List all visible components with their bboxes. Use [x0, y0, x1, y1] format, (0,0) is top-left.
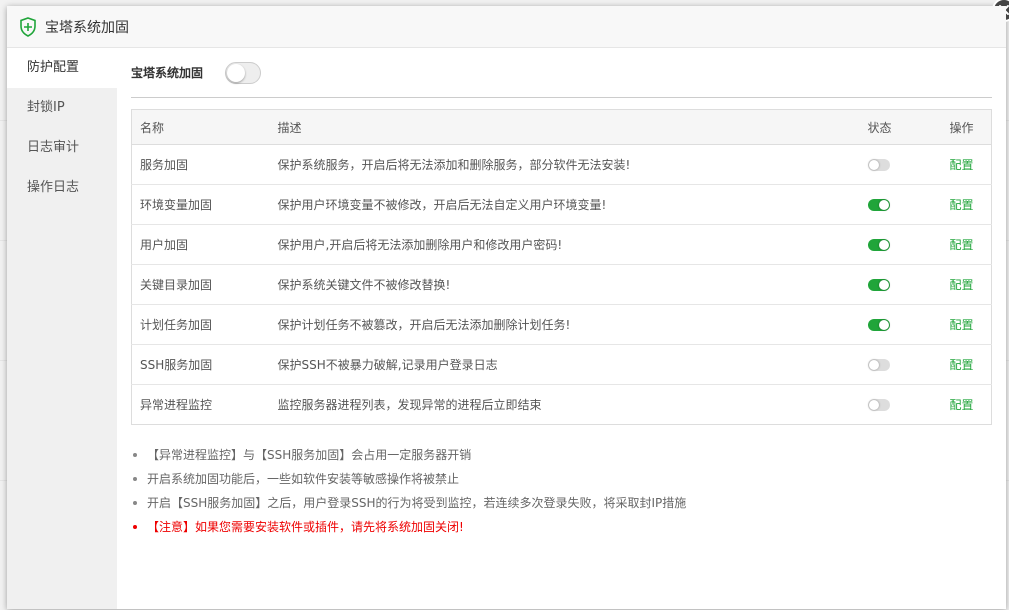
bullet-dot [133, 501, 137, 505]
note-item: 开启系统加固功能后，一些如软件安装等敏感操作将被禁止 [131, 467, 992, 491]
config-link[interactable]: 配置 [950, 238, 974, 252]
table-row: 用户加固 保护用户,开启后将无法添加删除用户和修改用户密码! 配置 [131, 224, 992, 265]
rule-desc: 保护系统服务，开启后将无法添加和删除服务，部分软件无法安装! [269, 144, 860, 185]
table-row: 异常进程监控 监控服务器进程列表，发现异常的进程后立即结束 配置 [132, 385, 992, 425]
note-text: 开启系统加固功能后，一些如软件安装等敏感操作将被禁止 [147, 472, 460, 486]
note-text: 【注意】如果您需要安装软件或插件，请先将系统加固关闭! [147, 520, 464, 534]
master-toggle-switch[interactable] [225, 61, 262, 84]
rule-action-cell: 配置 [941, 184, 992, 225]
sidebar-item-protection-config[interactable]: 防护配置 [7, 48, 117, 88]
rule-desc: 保护系统关键文件不被修改替换! [269, 264, 860, 305]
rule-action-cell: 配置 [941, 304, 992, 345]
master-toggle-row: 宝塔系统加固 [131, 48, 992, 98]
rule-status-cell [859, 144, 942, 185]
rule-name: 关键目录加固 [131, 264, 270, 305]
rule-name: 计划任务加固 [131, 304, 270, 345]
rule-status-cell [859, 224, 942, 265]
table-row: SSH服务加固 保护SSH不被暴力破解,记录用户登录日志 配置 [131, 344, 992, 385]
rule-name: 服务加固 [131, 144, 270, 185]
rule-name: 用户加固 [131, 224, 270, 265]
warning-note: 【注意】如果您需要安装软件或插件，请先将系统加固关闭! [131, 515, 992, 539]
shield-plus-icon [20, 16, 36, 37]
status-toggle[interactable] [867, 239, 890, 251]
sidebar-item-label: 操作日志 [27, 180, 80, 195]
bullet-dot [133, 453, 137, 457]
sidebar-item-label: 日志审计 [27, 140, 80, 155]
rule-action-cell: 配置 [941, 264, 992, 305]
sidebar-nav: 防护配置 封锁IP 日志审计 操作日志 [7, 48, 117, 609]
table-row: 服务加固 保护系统服务，开启后将无法添加和删除服务，部分软件无法安装! 配置 [131, 144, 992, 185]
dialog-titlebar: 宝塔系统加固 [7, 6, 1006, 48]
bullet-dot [133, 477, 137, 481]
switch-knob [878, 280, 889, 290]
note-item: 【异常进程监控】与【SSH服务加固】会占用一定服务器开销 [131, 443, 992, 467]
status-toggle[interactable] [867, 199, 890, 211]
sidebar-item-label: 封锁IP [27, 100, 65, 115]
config-link[interactable]: 配置 [950, 318, 974, 332]
note-item: 开启【SSH服务加固】之后，用户登录SSH的行为将受到监控，若连续多次登录失败，… [131, 491, 992, 515]
header-action: 操作 [941, 109, 992, 145]
main-content: 宝塔系统加固 名称 描述 状态 操作 服务加固 保护系统服务，开启后将无法添加和… [131, 48, 992, 609]
config-link[interactable]: 配置 [950, 398, 974, 412]
sidebar-item-label: 防护配置 [27, 60, 80, 75]
bullet-dot [133, 525, 137, 529]
rule-desc: 保护计划任务不被篡改，开启后无法添加删除计划任务! [269, 304, 860, 345]
header-status: 状态 [859, 109, 942, 145]
rule-action-cell: 配置 [942, 385, 992, 425]
switch-knob [878, 320, 889, 330]
rule-status-cell [859, 344, 942, 385]
status-toggle[interactable] [867, 359, 890, 371]
rule-status-cell [860, 385, 942, 425]
status-toggle[interactable] [867, 399, 890, 411]
config-link[interactable]: 配置 [950, 278, 974, 292]
header-desc: 描述 [269, 109, 860, 145]
rule-name: 环境变量加固 [131, 184, 270, 225]
rule-desc: 保护SSH不被暴力破解,记录用户登录日志 [269, 344, 860, 385]
hardening-dialog: 宝塔系统加固 防护配置 封锁IP 日志审计 操作日志 宝塔系统加固 名称 描述 … [7, 0, 1009, 609]
sidebar-item-operation-log[interactable]: 操作日志 [7, 168, 117, 208]
switch-knob [868, 400, 879, 410]
status-toggle[interactable] [867, 319, 890, 331]
rule-action-cell: 配置 [941, 144, 992, 185]
status-toggle[interactable] [867, 159, 890, 171]
table-header-row: 名称 描述 状态 操作 [131, 109, 992, 145]
rule-action-cell: 配置 [941, 344, 992, 385]
table-row: 环境变量加固 保护用户环境变量不被修改，开启后无法自定义用户环境变量! 配置 [131, 184, 992, 225]
sidebar-item-log-audit[interactable]: 日志审计 [7, 128, 117, 168]
rule-status-cell [859, 304, 942, 345]
switch-knob [878, 240, 889, 250]
status-toggle[interactable] [867, 279, 890, 291]
rule-name: 异常进程监控 [140, 398, 213, 412]
switch-knob [878, 200, 889, 210]
rule-status-cell [859, 184, 942, 225]
switch-knob [868, 160, 879, 170]
rule-action-cell: 配置 [941, 224, 992, 265]
config-link[interactable]: 配置 [950, 198, 974, 212]
rule-desc: 保护用户环境变量不被修改，开启后无法自定义用户环境变量! [269, 184, 860, 225]
config-link[interactable]: 配置 [950, 358, 974, 372]
table-row: 计划任务加固 保护计划任务不被篡改，开启后无法添加删除计划任务! 配置 [131, 304, 992, 345]
switch-knob [868, 360, 879, 370]
note-text: 开启【SSH服务加固】之后，用户登录SSH的行为将受到监控，若连续多次登录失败，… [147, 496, 687, 510]
header-name: 名称 [131, 109, 270, 145]
sidebar-item-blocked-ip[interactable]: 封锁IP [7, 88, 117, 128]
rule-name: SSH服务加固 [131, 344, 270, 385]
master-toggle-label: 宝塔系统加固 [131, 66, 204, 80]
switch-knob [227, 63, 246, 82]
table-row: 关键目录加固 保护系统关键文件不被修改替换! 配置 [131, 264, 992, 305]
rule-desc: 保护用户,开启后将无法添加删除用户和修改用户密码! [269, 224, 860, 265]
config-link[interactable]: 配置 [950, 158, 974, 172]
notes-list: 【异常进程监控】与【SSH服务加固】会占用一定服务器开销 开启系统加固功能后，一… [131, 443, 992, 539]
dialog-title: 宝塔系统加固 [45, 19, 129, 36]
rule-desc: 监控服务器进程列表，发现异常的进程后立即结束 [277, 398, 542, 412]
rules-table: 名称 描述 状态 操作 服务加固 保护系统服务，开启后将无法添加和删除服务，部分… [131, 109, 992, 425]
note-text: 【异常进程监控】与【SSH服务加固】会占用一定服务器开销 [147, 448, 472, 462]
rule-status-cell [859, 264, 942, 305]
